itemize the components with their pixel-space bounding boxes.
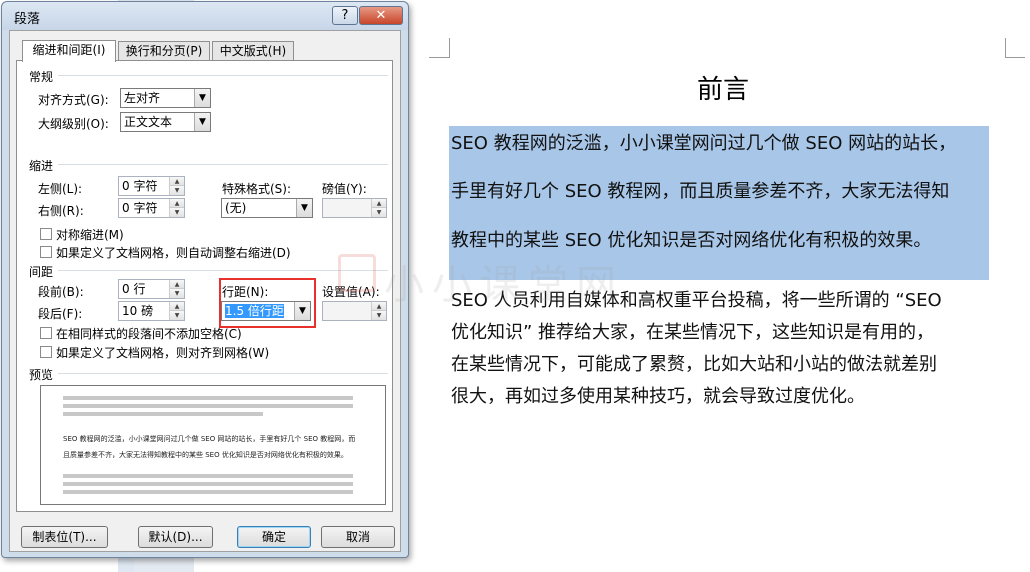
indent-by-spinner[interactable]: ▲ ▼ — [322, 198, 387, 218]
close-button[interactable]: ✕ — [359, 6, 403, 25]
preview-line — [63, 474, 353, 478]
page-corner-mark — [449, 38, 450, 58]
space-before-label: 段前(B): — [38, 285, 84, 299]
highlight-box — [219, 278, 316, 328]
special-indent-value: (无) — [225, 201, 247, 215]
preview-line — [63, 396, 353, 400]
tab-asian-typography[interactable]: 中文版式(H) — [212, 41, 294, 61]
spin-down-icon[interactable]: ▼ — [372, 311, 386, 320]
ok-button[interactable]: 确定 — [237, 526, 311, 548]
tabs-button[interactable]: 制表位(T)... — [21, 526, 108, 548]
space-after-label: 段后(F): — [38, 307, 83, 321]
set-default-button[interactable]: 默认(D)... — [138, 526, 213, 548]
spin-down-icon[interactable]: ▼ — [170, 186, 184, 195]
paragraph-2-line[interactable]: 优化知识” 推荐给大家，在某些情况下，这些知识是有用的， — [451, 318, 934, 344]
spin-up-icon[interactable]: ▲ — [170, 302, 184, 311]
alignment-label: 对齐方式(G): — [38, 93, 109, 107]
paragraph-2-line[interactable]: 很大，再如过多使用某种技巧，就会导致过度优化。 — [451, 382, 865, 408]
left-indent-value: 0 字符 — [122, 179, 158, 193]
preview-sample-text: 且质量参差不齐，大家无法得知教程中的某些 SEO 优化知识是否对网络优化有积极的… — [63, 451, 348, 459]
section-preview: 预览 — [29, 368, 54, 382]
snap-to-grid-checkbox[interactable] — [40, 346, 52, 358]
mirror-indent-checkbox[interactable] — [40, 228, 52, 240]
cancel-button[interactable]: 取消 — [321, 526, 395, 548]
chevron-down-icon[interactable]: ▼ — [194, 113, 210, 131]
page-corner-mark — [1005, 57, 1025, 58]
snap-to-grid-label: 如果定义了文档网格，则对齐到网格(W) — [56, 346, 270, 360]
preview-line — [63, 482, 353, 486]
no-space-same-style-label: 在相同样式的段落间不添加空格(C) — [56, 327, 242, 341]
spin-up-icon[interactable]: ▲ — [170, 199, 184, 208]
paragraph-preview: SEO 教程网的泛滥，小小课堂网问过几个做 SEO 网站的站长，手里有好几个 S… — [40, 385, 386, 505]
paragraph-1-line[interactable]: SEO 教程网的泛滥，小小课堂网问过几个做 SEO 网站的站长， — [451, 129, 956, 155]
chevron-down-icon[interactable]: ▼ — [296, 199, 312, 217]
spin-up-icon[interactable]: ▲ — [170, 280, 184, 289]
special-indent-select[interactable]: (无) ▼ — [221, 198, 313, 218]
spin-down-icon[interactable]: ▼ — [170, 311, 184, 320]
section-indent: 缩进 — [29, 159, 54, 173]
tab-line-page-breaks[interactable]: 换行和分页(P) — [118, 41, 210, 61]
spin-down-icon[interactable]: ▼ — [372, 208, 386, 217]
preview-line — [63, 404, 353, 408]
mirror-indent-label: 对称缩进(M) — [56, 228, 124, 242]
indent-by-label: 磅值(Y): — [322, 182, 367, 196]
right-indent-spinner[interactable]: 0 字符 ▲ ▼ — [118, 198, 185, 218]
auto-adjust-checkbox[interactable] — [40, 246, 52, 258]
space-before-spinner[interactable]: 0 行 ▲ ▼ — [118, 279, 185, 299]
help-button[interactable]: ? — [332, 6, 358, 25]
preview-sample-text: SEO 教程网的泛滥，小小课堂网问过几个做 SEO 网站的站长，手里有好几个 S… — [63, 435, 356, 443]
section-spacing: 间距 — [29, 265, 54, 279]
paragraph-1-line[interactable]: 教程中的某些 SEO 优化知识是否对网络优化有积极的效果。 — [451, 226, 931, 252]
watermark-text: 小小课堂网 — [384, 262, 624, 308]
spin-down-icon[interactable]: ▼ — [170, 208, 184, 217]
tab-indent-spacing[interactable]: 缩进和间距(I) — [22, 40, 116, 62]
section-divider — [58, 75, 388, 76]
spin-up-icon[interactable]: ▲ — [170, 177, 184, 186]
preview-line — [63, 412, 263, 416]
space-before-value: 0 行 — [122, 282, 146, 296]
left-indent-spinner[interactable]: 0 字符 ▲ ▼ — [118, 176, 185, 196]
space-after-value: 10 磅 — [122, 304, 154, 318]
right-indent-value: 0 字符 — [122, 201, 158, 215]
section-divider — [58, 373, 388, 374]
dialog-title: 段落 — [14, 12, 41, 27]
spacing-at-spinner[interactable]: ▲ ▼ — [322, 301, 387, 321]
spin-down-icon[interactable]: ▼ — [170, 289, 184, 298]
outline-level-select[interactable]: 正文文本 ▼ — [120, 112, 211, 132]
watermark-logo — [338, 254, 376, 292]
preview-line — [63, 490, 353, 494]
section-general: 常规 — [29, 70, 54, 84]
paragraph-2-line[interactable]: 在某些情况下，可能成了累赘，比如大站和小站的做法就差别 — [451, 350, 937, 376]
outline-level-value: 正文文本 — [124, 115, 173, 129]
document-title[interactable]: 前言 — [697, 69, 749, 106]
chevron-down-icon[interactable]: ▼ — [194, 89, 210, 107]
dialog-titlebar[interactable]: 段落 ? ✕ — [2, 2, 408, 30]
spin-up-icon[interactable]: ▲ — [372, 199, 386, 208]
left-indent-label: 左侧(L): — [38, 182, 83, 196]
no-space-same-style-checkbox[interactable] — [40, 327, 52, 339]
alignment-select[interactable]: 左对齐 ▼ — [120, 88, 211, 108]
special-indent-label: 特殊格式(S): — [222, 182, 292, 196]
auto-adjust-label: 如果定义了文档网格，则自动调整右缩进(D) — [56, 246, 291, 260]
alignment-value: 左对齐 — [124, 91, 161, 105]
paragraph-1-line[interactable]: 手里有好几个 SEO 教程网，而且质量参差不齐，大家无法得知 — [451, 177, 949, 203]
page-corner-mark — [429, 57, 449, 58]
section-divider — [58, 164, 388, 165]
right-indent-label: 右侧(R): — [38, 204, 84, 218]
page-corner-mark — [1005, 38, 1006, 58]
space-after-spinner[interactable]: 10 磅 ▲ ▼ — [118, 301, 185, 321]
outline-level-label: 大纲级别(O): — [38, 117, 109, 131]
